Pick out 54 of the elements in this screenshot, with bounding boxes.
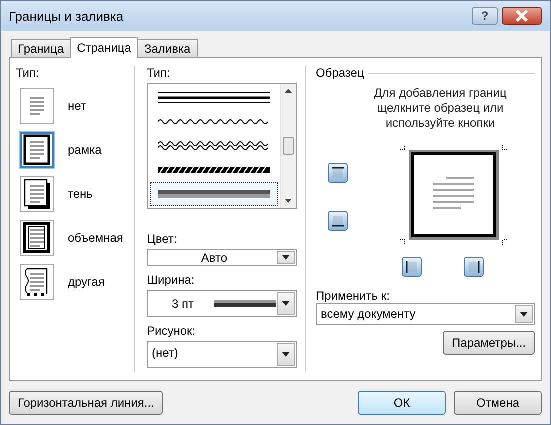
border-button[interactable] [402, 257, 422, 277]
close-icon [515, 10, 529, 22]
apply-to-label: Применить к: [316, 289, 391, 303]
color-label: Цвет: [147, 232, 178, 246]
border-button[interactable] [328, 163, 348, 183]
horizontal-line-button[interactable]: Горизонтальная линия... [9, 391, 164, 415]
setting-button[interactable] [20, 176, 54, 212]
options-button[interactable]: Параметры... [443, 331, 535, 355]
line-sample-icon [158, 139, 270, 153]
scroll-down-icon[interactable] [285, 199, 292, 203]
setting-label: нет [68, 99, 86, 113]
setting-button[interactable] [20, 264, 54, 300]
dropdown-arrow-icon[interactable] [282, 301, 290, 306]
window-title: Границы и заливка [9, 8, 124, 24]
dropdown-arrow-icon[interactable] [282, 352, 290, 358]
page-border-icon [22, 134, 52, 166]
dropdown-arrow-icon[interactable] [282, 255, 290, 260]
setting-label: объемная [68, 231, 124, 245]
setting-button[interactable] [20, 132, 54, 168]
line-style-item[interactable] [150, 182, 278, 206]
ok-button[interactable]: ОК [358, 391, 446, 415]
border-button[interactable] [328, 211, 348, 231]
close-button[interactable] [502, 7, 542, 25]
scrollbar[interactable] [280, 84, 296, 208]
setting-label: Тип: [16, 66, 40, 80]
cancel-button[interactable]: Отмена [454, 391, 542, 415]
page-border-icon [22, 178, 52, 210]
help-button[interactable]: ? [472, 7, 498, 25]
width-dropdown[interactable]: 3 пт [147, 290, 297, 318]
art-label: Рисунок: [147, 324, 197, 338]
line-sample-icon [158, 187, 270, 201]
setting-label: другая [68, 275, 105, 289]
dropdown-arrow-icon[interactable] [520, 312, 528, 316]
setting-label: тень [68, 187, 93, 201]
setting-button[interactable] [20, 220, 54, 256]
art-dropdown[interactable]: (нет) [147, 341, 297, 368]
line-style-list[interactable] [147, 83, 297, 209]
preview-title: Образец [316, 66, 364, 80]
page-preview-drawing[interactable] [398, 145, 510, 245]
page-border-icon [22, 222, 52, 254]
scroll-up-icon[interactable] [285, 89, 292, 93]
tab[interactable]: Заливка [137, 39, 198, 57]
line-sample-icon [214, 300, 277, 308]
style-label: Тип: [147, 66, 172, 80]
color-dropdown[interactable]: Авто [147, 249, 297, 266]
line-sample-icon [158, 91, 270, 105]
scroll-thumb[interactable] [283, 137, 294, 155]
border-button[interactable] [464, 257, 484, 277]
setting-label: рамка [68, 143, 102, 157]
tab[interactable]: Граница [11, 39, 72, 57]
preview-hint: Для добавления границ щелкните образец или используйте кнопки [373, 86, 508, 131]
tab[interactable]: Страница [70, 37, 138, 58]
width-label: Ширина: [147, 273, 196, 288]
apply-to-dropdown[interactable]: всему документу [316, 303, 535, 325]
